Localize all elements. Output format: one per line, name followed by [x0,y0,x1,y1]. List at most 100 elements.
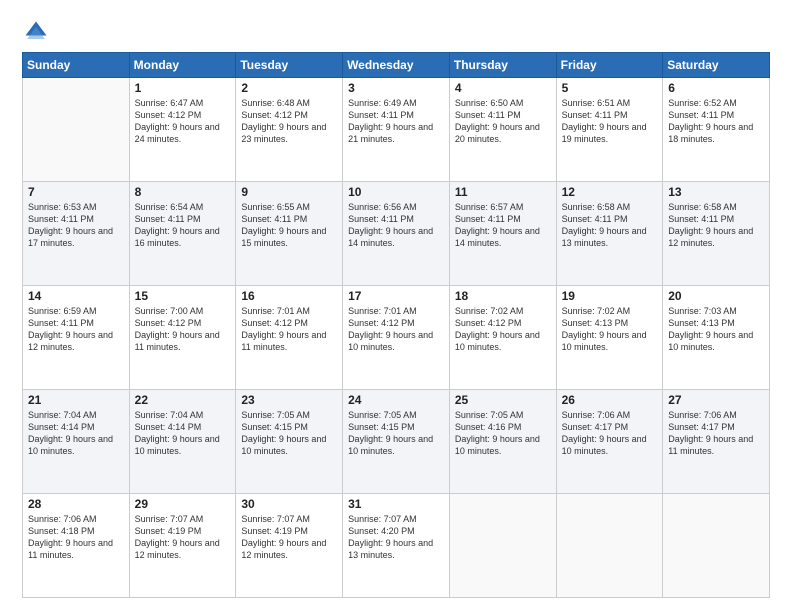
day-number: 16 [241,289,337,303]
day-info: Sunrise: 7:05 AMSunset: 4:16 PMDaylight:… [455,409,551,458]
calendar-day-cell: 21 Sunrise: 7:04 AMSunset: 4:14 PMDayligh… [23,390,130,494]
day-info: Sunrise: 7:06 AMSunset: 4:17 PMDaylight:… [562,409,658,458]
calendar-day-cell [663,494,770,598]
calendar-day-cell: 31 Sunrise: 7:07 AMSunset: 4:20 PMDayligh… [343,494,450,598]
calendar-day-cell: 11 Sunrise: 6:57 AMSunset: 4:11 PMDayligh… [449,182,556,286]
day-info: Sunrise: 7:03 AMSunset: 4:13 PMDaylight:… [668,305,764,354]
day-info: Sunrise: 7:02 AMSunset: 4:13 PMDaylight:… [562,305,658,354]
calendar-week-row: 14Sunrise: 6:59 AMSunset: 4:11 PMDayligh… [23,286,770,390]
calendar-day-cell: 26 Sunrise: 7:06 AMSunset: 4:17 PMDayligh… [556,390,663,494]
calendar-day-cell: 7 Sunrise: 6:53 AMSunset: 4:11 PMDaylight… [23,182,130,286]
weekday-header: Thursday [449,53,556,78]
day-number: 10 [348,185,444,199]
day-number: 3 [348,81,444,95]
day-number: 11 [455,185,551,199]
day-info: Sunrise: 7:07 AMSunset: 4:19 PMDaylight:… [135,513,231,562]
day-number: 5 [562,81,658,95]
day-number: 20 [668,289,764,303]
day-number: 4 [455,81,551,95]
day-number: 26 [562,393,658,407]
day-info: Sunrise: 6:58 AMSunset: 4:11 PMDaylight:… [668,201,764,250]
calendar-day-cell: 6Sunrise: 6:52 AMSunset: 4:11 PMDaylight… [663,78,770,182]
day-info: Sunrise: 7:05 AMSunset: 4:15 PMDaylight:… [348,409,444,458]
calendar-day-cell: 10 Sunrise: 6:56 AMSunset: 4:11 PMDayligh… [343,182,450,286]
calendar-day-cell: 2Sunrise: 6:48 AMSunset: 4:12 PMDaylight… [236,78,343,182]
day-number: 27 [668,393,764,407]
day-number: 25 [455,393,551,407]
day-number: 12 [562,185,658,199]
weekday-header: Tuesday [236,53,343,78]
weekday-header-row: SundayMondayTuesdayWednesdayThursdayFrid… [23,53,770,78]
day-info: Sunrise: 6:57 AMSunset: 4:11 PMDaylight:… [455,201,551,250]
calendar-day-cell: 17 Sunrise: 7:01 AMSunset: 4:12 PMDayligh… [343,286,450,390]
calendar-day-cell: 13 Sunrise: 6:58 AMSunset: 4:11 PMDayligh… [663,182,770,286]
day-number: 17 [348,289,444,303]
calendar-day-cell: 1 Sunrise: 6:47 AMSunset: 4:12 PMDaylight… [129,78,236,182]
weekday-header: Monday [129,53,236,78]
day-info: Sunrise: 6:59 AMSunset: 4:11 PMDaylight:… [28,305,124,354]
day-info: Sunrise: 7:04 AMSunset: 4:14 PMDaylight:… [28,409,124,458]
day-info: Sunrise: 6:50 AMSunset: 4:11 PMDaylight:… [455,97,551,146]
weekday-header: Sunday [23,53,130,78]
day-info: Sunrise: 6:53 AMSunset: 4:11 PMDaylight:… [28,201,124,250]
day-info: Sunrise: 6:52 AMSunset: 4:11 PMDaylight:… [668,97,764,146]
weekday-header: Wednesday [343,53,450,78]
day-number: 8 [135,185,231,199]
day-info: Sunrise: 6:54 AMSunset: 4:11 PMDaylight:… [135,201,231,250]
calendar-day-cell: 9 Sunrise: 6:55 AMSunset: 4:11 PMDaylight… [236,182,343,286]
day-number: 13 [668,185,764,199]
header [22,18,770,46]
calendar-day-cell: 25 Sunrise: 7:05 AMSunset: 4:16 PMDayligh… [449,390,556,494]
calendar-day-cell: 8 Sunrise: 6:54 AMSunset: 4:11 PMDaylight… [129,182,236,286]
day-number: 24 [348,393,444,407]
calendar-day-cell: 20 Sunrise: 7:03 AMSunset: 4:13 PMDayligh… [663,286,770,390]
calendar-day-cell: 19 Sunrise: 7:02 AMSunset: 4:13 PMDayligh… [556,286,663,390]
calendar-day-cell: 18Sunrise: 7:02 AMSunset: 4:12 PMDayligh… [449,286,556,390]
day-number: 7 [28,185,124,199]
day-info: Sunrise: 6:48 AMSunset: 4:12 PMDaylight:… [241,97,337,146]
calendar-day-cell: 28 Sunrise: 7:06 AMSunset: 4:18 PMDayligh… [23,494,130,598]
day-info: Sunrise: 7:07 AMSunset: 4:19 PMDaylight:… [241,513,337,562]
day-number: 31 [348,497,444,511]
day-number: 9 [241,185,337,199]
day-number: 21 [28,393,124,407]
calendar-day-cell: 29 Sunrise: 7:07 AMSunset: 4:19 PMDayligh… [129,494,236,598]
calendar-week-row: 1 Sunrise: 6:47 AMSunset: 4:12 PMDaylight… [23,78,770,182]
day-info: Sunrise: 7:06 AMSunset: 4:18 PMDaylight:… [28,513,124,562]
calendar-day-cell: 5 Sunrise: 6:51 AMSunset: 4:11 PMDaylight… [556,78,663,182]
day-number: 28 [28,497,124,511]
day-info: Sunrise: 7:00 AMSunset: 4:12 PMDaylight:… [135,305,231,354]
day-number: 29 [135,497,231,511]
day-info: Sunrise: 7:06 AMSunset: 4:17 PMDaylight:… [668,409,764,458]
calendar-table: SundayMondayTuesdayWednesdayThursdayFrid… [22,52,770,598]
calendar-day-cell [449,494,556,598]
day-number: 23 [241,393,337,407]
calendar-day-cell: 16 Sunrise: 7:01 AMSunset: 4:12 PMDayligh… [236,286,343,390]
day-number: 1 [135,81,231,95]
weekday-header: Saturday [663,53,770,78]
day-number: 18 [455,289,551,303]
calendar-week-row: 28 Sunrise: 7:06 AMSunset: 4:18 PMDayligh… [23,494,770,598]
day-info: Sunrise: 6:55 AMSunset: 4:11 PMDaylight:… [241,201,337,250]
day-info: Sunrise: 7:01 AMSunset: 4:12 PMDaylight:… [348,305,444,354]
weekday-header: Friday [556,53,663,78]
calendar-day-cell: 24 Sunrise: 7:05 AMSunset: 4:15 PMDayligh… [343,390,450,494]
calendar-day-cell [556,494,663,598]
day-info: Sunrise: 6:56 AMSunset: 4:11 PMDaylight:… [348,201,444,250]
day-info: Sunrise: 6:51 AMSunset: 4:11 PMDaylight:… [562,97,658,146]
calendar-day-cell: 3Sunrise: 6:49 AMSunset: 4:11 PMDaylight… [343,78,450,182]
day-info: Sunrise: 7:04 AMSunset: 4:14 PMDaylight:… [135,409,231,458]
logo [22,18,54,46]
page: SundayMondayTuesdayWednesdayThursdayFrid… [0,0,792,612]
day-info: Sunrise: 7:01 AMSunset: 4:12 PMDaylight:… [241,305,337,354]
calendar-day-cell: 30 Sunrise: 7:07 AMSunset: 4:19 PMDayligh… [236,494,343,598]
calendar-day-cell: 14Sunrise: 6:59 AMSunset: 4:11 PMDayligh… [23,286,130,390]
day-number: 19 [562,289,658,303]
day-info: Sunrise: 7:05 AMSunset: 4:15 PMDaylight:… [241,409,337,458]
calendar-week-row: 21 Sunrise: 7:04 AMSunset: 4:14 PMDayligh… [23,390,770,494]
day-number: 30 [241,497,337,511]
day-number: 22 [135,393,231,407]
calendar-week-row: 7 Sunrise: 6:53 AMSunset: 4:11 PMDaylight… [23,182,770,286]
day-info: Sunrise: 7:07 AMSunset: 4:20 PMDaylight:… [348,513,444,562]
day-info: Sunrise: 6:47 AMSunset: 4:12 PMDaylight:… [135,97,231,146]
